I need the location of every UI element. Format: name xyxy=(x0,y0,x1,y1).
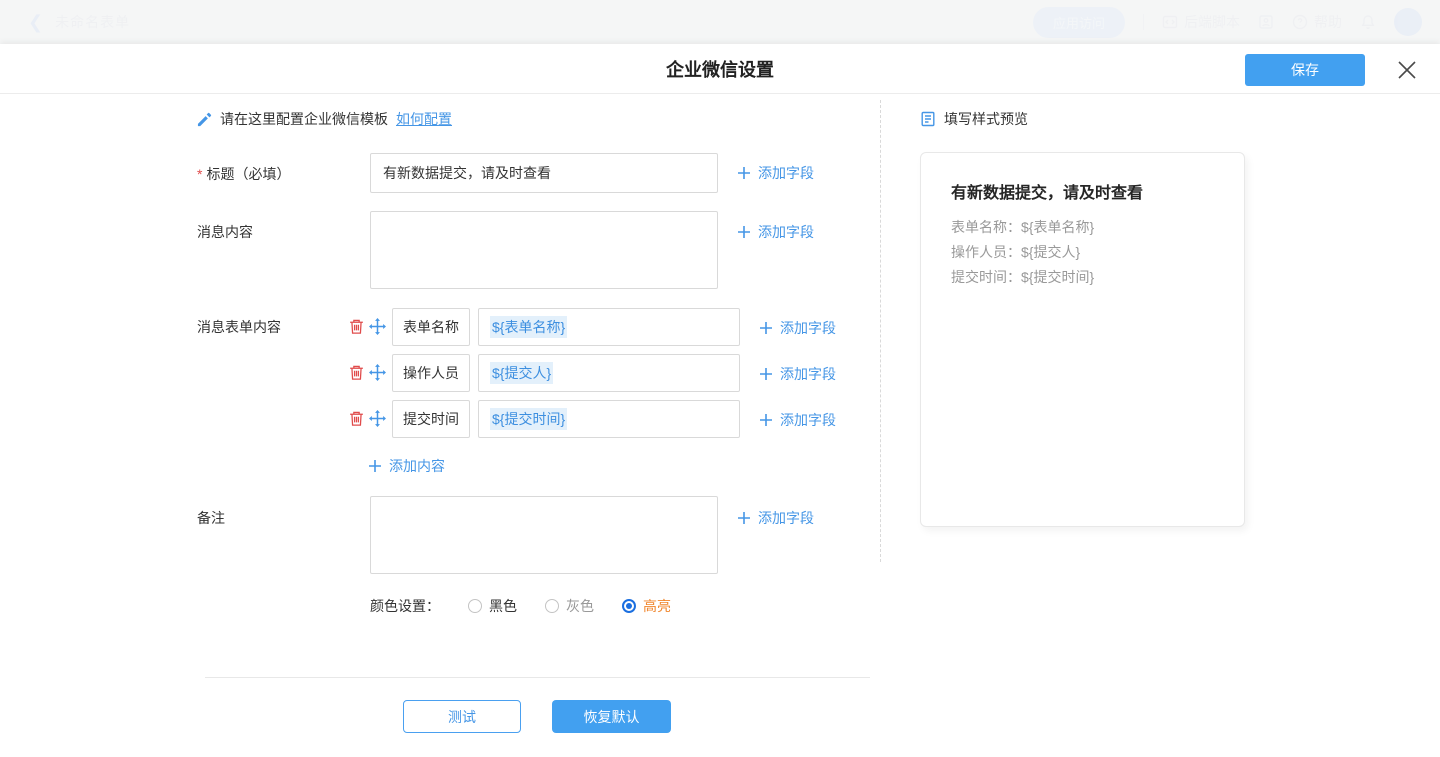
field-token-input[interactable]: ${提交时间} xyxy=(478,400,740,438)
preview-line: 提交时间：${提交时间} xyxy=(951,265,1214,290)
add-field-remark-link[interactable]: 添加字段 xyxy=(737,508,814,528)
test-button[interactable]: 测试 xyxy=(403,700,521,733)
radio-selected-icon xyxy=(622,599,636,613)
plus-icon xyxy=(737,166,751,180)
token-chip: ${提交时间} xyxy=(490,408,567,430)
plus-icon xyxy=(759,321,773,335)
color-option-black[interactable]: 黑色 xyxy=(468,596,517,616)
radio-icon xyxy=(545,599,559,613)
modal-header: 企业微信设置 保存 xyxy=(0,44,1440,94)
how-to-configure-link[interactable]: 如何配置 xyxy=(396,109,452,129)
title-field-label: *标题（必填） xyxy=(197,164,290,184)
preview-card-title: 有新数据提交，请及时查看 xyxy=(951,179,1214,203)
preview-line: 表单名称：${表单名称} xyxy=(951,215,1214,240)
radio-icon xyxy=(468,599,482,613)
move-icon[interactable] xyxy=(369,364,386,381)
field-name-input[interactable] xyxy=(392,400,470,438)
document-icon xyxy=(920,111,936,127)
plus-icon xyxy=(737,225,751,239)
color-option-highlight[interactable]: 高亮 xyxy=(622,596,671,616)
modal-overlay xyxy=(0,0,1440,44)
preview-line: 操作人员：${提交人} xyxy=(951,240,1214,265)
field-token-input[interactable]: ${提交人} xyxy=(478,354,740,392)
plus-icon xyxy=(759,367,773,381)
wecom-settings-modal: 企业微信设置 保存 请在这里配置企业微信模板 如何配置 *标题（必填） 添加字段… xyxy=(0,44,1440,757)
title-input[interactable] xyxy=(370,153,718,193)
remark-textarea[interactable] xyxy=(370,496,718,574)
save-button[interactable]: 保存 xyxy=(1245,54,1365,86)
add-field-message-link[interactable]: 添加字段 xyxy=(737,222,814,242)
add-field-row-link[interactable]: 添加字段 xyxy=(759,318,836,338)
move-icon[interactable] xyxy=(369,318,386,335)
preview-header-label: 填写样式预览 xyxy=(944,109,1028,129)
remark-label: 备注 xyxy=(197,508,225,528)
field-name-input[interactable] xyxy=(392,308,470,346)
color-setting-row: 颜色设置： 黑色 灰色 高亮 xyxy=(370,596,671,616)
restore-default-button[interactable]: 恢复默认 xyxy=(552,700,671,733)
message-content-textarea[interactable] xyxy=(370,211,718,289)
color-option-gray[interactable]: 灰色 xyxy=(545,596,594,616)
delete-icon[interactable] xyxy=(348,410,365,427)
field-token-input[interactable]: ${表单名称} xyxy=(478,308,740,346)
delete-icon[interactable] xyxy=(348,364,365,381)
pencil-icon xyxy=(197,112,212,127)
plus-icon xyxy=(737,511,751,525)
plus-icon xyxy=(759,413,773,427)
close-icon[interactable] xyxy=(1394,57,1420,83)
required-asterisk: * xyxy=(197,166,202,182)
modal-title: 企业微信设置 xyxy=(666,56,774,82)
config-hint-text: 请在这里配置企业微信模板 xyxy=(220,109,388,129)
screen: ❮ 未命名表单 应用访问 后端脚本 帮助 xyxy=(0,0,1440,757)
field-row: ${表单名称} 添加字段 xyxy=(0,308,880,346)
message-content-label: 消息内容 xyxy=(197,222,253,242)
add-field-title-link[interactable]: 添加字段 xyxy=(737,163,814,183)
field-row: ${提交时间} 添加字段 xyxy=(0,400,880,438)
add-content-link[interactable]: 添加内容 xyxy=(368,456,445,476)
preview-card: 有新数据提交，请及时查看 表单名称：${表单名称} 操作人员：${提交人} 提交… xyxy=(920,152,1245,527)
add-field-row-link[interactable]: 添加字段 xyxy=(759,364,836,384)
panel-divider xyxy=(880,100,881,562)
token-chip: ${提交人} xyxy=(490,362,553,384)
field-row: ${提交人} 添加字段 xyxy=(0,354,880,392)
preview-header: 填写样式预览 xyxy=(920,109,1028,129)
plus-icon xyxy=(368,459,382,473)
config-hint-row: 请在这里配置企业微信模板 如何配置 xyxy=(197,109,452,129)
delete-icon[interactable] xyxy=(348,318,365,335)
bottom-divider xyxy=(205,677,870,678)
field-name-input[interactable] xyxy=(392,354,470,392)
app-topbar: ❮ 未命名表单 应用访问 后端脚本 帮助 xyxy=(0,0,1440,44)
move-icon[interactable] xyxy=(369,410,386,427)
token-chip: ${表单名称} xyxy=(490,316,567,338)
add-field-row-link[interactable]: 添加字段 xyxy=(759,410,836,430)
color-setting-label: 颜色设置： xyxy=(370,596,440,616)
